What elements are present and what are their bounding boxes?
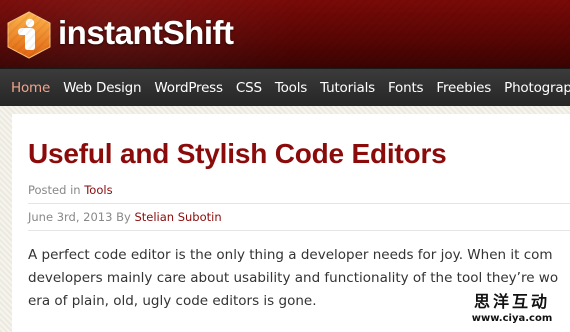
meta-divider (28, 203, 570, 204)
nav-item-css[interactable]: CSS (236, 80, 262, 96)
post-date-line: June 3rd, 2013 By Stelian Subotin (28, 210, 222, 224)
nav-list: Home Web Design WordPress CSS Tools Tuto… (11, 69, 570, 106)
watermark-url: www.ciya.com (471, 313, 553, 324)
post-title[interactable]: Useful and Stylish Code Editors (28, 138, 447, 170)
nav-item-tools[interactable]: Tools (275, 80, 307, 96)
watermark: 思洋互动 www.ciya.com (456, 292, 568, 330)
nav-item-web-design[interactable]: Web Design (63, 80, 142, 96)
post-body-line: A perfect code editor is the only thing … (28, 247, 553, 263)
category-link[interactable]: Tools (84, 183, 112, 197)
by-label: By (116, 210, 131, 224)
nav-item-home[interactable]: Home (11, 80, 50, 96)
posted-in-label: Posted in (28, 183, 81, 197)
main-nav: Home Web Design WordPress CSS Tools Tuto… (0, 68, 570, 106)
watermark-chinese-text: 思洋互动 (473, 292, 550, 311)
post-date: June 3rd, 2013 (28, 210, 113, 224)
nav-item-photography[interactable]: Photography (504, 80, 570, 96)
author-link[interactable]: Stelian Subotin (134, 210, 221, 224)
nav-item-fonts[interactable]: Fonts (388, 80, 424, 96)
post-category-line: Posted in Tools (28, 183, 113, 197)
nav-item-freebies[interactable]: Freebies (436, 80, 491, 96)
site-header: instantShift (0, 0, 570, 68)
meta-divider-2 (28, 230, 570, 231)
nav-item-tutorials[interactable]: Tutorials (320, 80, 375, 96)
nav-item-wordpress[interactable]: WordPress (154, 80, 223, 96)
post-body-line: developers mainly care about usability a… (28, 270, 559, 286)
site-logo-text[interactable]: instantShift (58, 14, 234, 52)
instantshift-logo-icon[interactable] (4, 10, 54, 60)
